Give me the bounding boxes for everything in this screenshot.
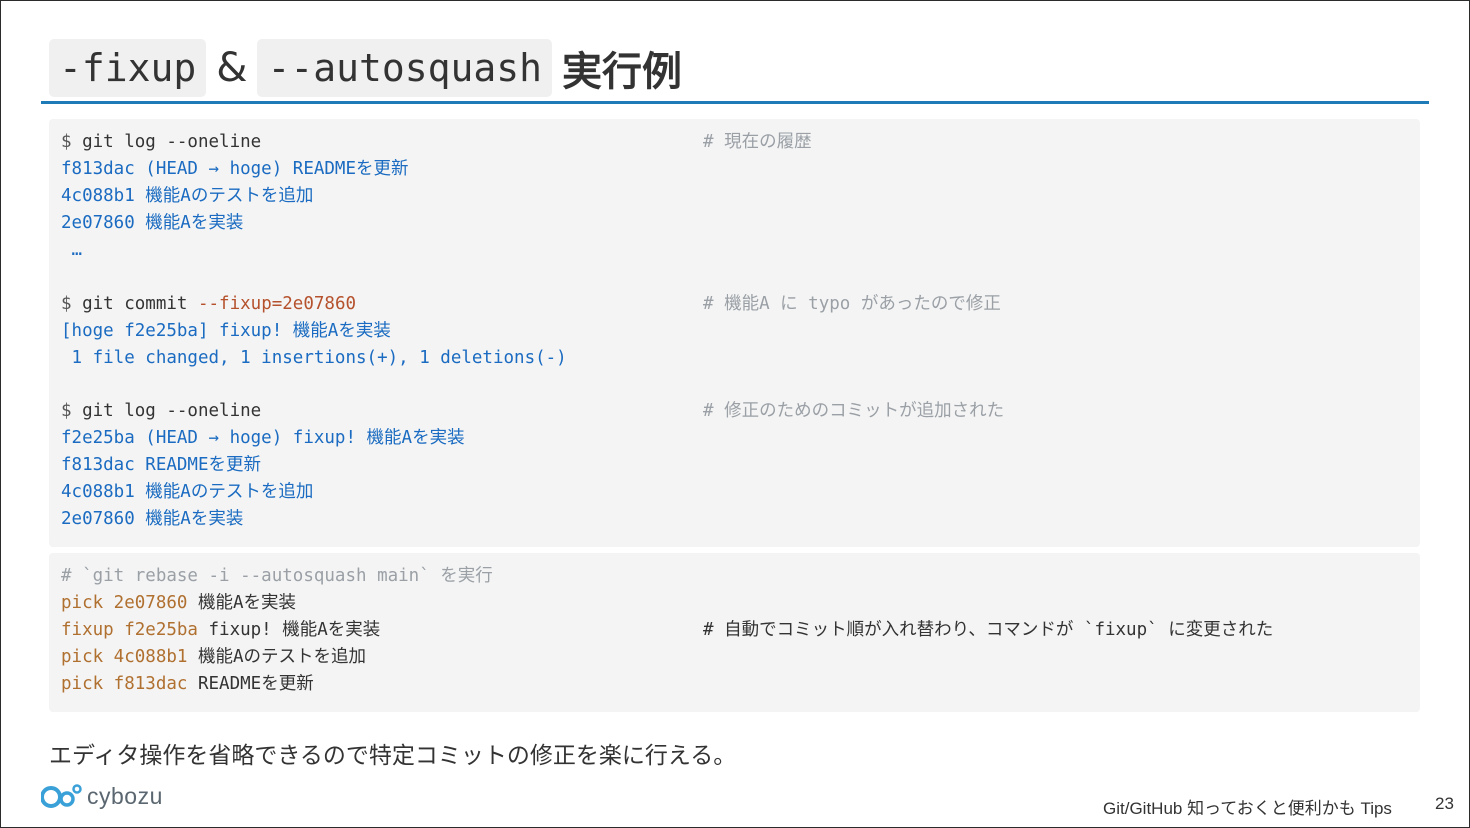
code-line: [hoge f2e25ba] fixup! 機能Aを実装 (61, 321, 391, 341)
title-ampersand: & (216, 45, 248, 91)
commit-message: fixup! 機能Aを実装 (197, 620, 381, 640)
code-block-git-log: $ git log --oneline # 現在の履歴 f813dac (HEA… (49, 119, 1420, 547)
rebase-command: fixup f2e25ba (61, 620, 198, 640)
commit-message: 機能Aのテストを追加 (187, 647, 367, 667)
commit-message: READMEを更新 (187, 674, 314, 694)
title-text: 実行例 (562, 49, 683, 95)
code-line: 4c088b1 機能Aのテストを追加 (61, 482, 314, 502)
code-line: 2e07860 機能Aを実装 (61, 509, 244, 529)
rebase-command: pick 2e07860 (61, 593, 188, 613)
code-comment: # 現在の履歴 (703, 132, 812, 152)
page-number: 23 (1435, 794, 1454, 813)
slide-caption: エディタ操作を省略できるので特定コミットの修正を楽に行える。 (49, 743, 737, 769)
shell-prompt: $ (61, 294, 83, 314)
code-line: pick 2e07860 機能Aを実装 (61, 590, 296, 617)
code-line: $ git commit --fixup=2e07860 (61, 291, 356, 318)
code-line: $ git log --oneline (61, 129, 261, 156)
rebase-command: pick f813dac (61, 674, 188, 694)
code-block-rebase-todo: # `git rebase -i --autosquash main` を実行 … (49, 553, 1420, 712)
code-line: … (61, 240, 83, 260)
code-line: f813dac READMEを更新 (61, 455, 262, 475)
code-line: 2e07860 機能Aを実装 (61, 213, 244, 233)
code-line: 1 file changed, 1 insertions(+), 1 delet… (61, 348, 567, 368)
title-code-fixup: -fixup (49, 39, 207, 97)
title-code-autosquash: --autosquash (257, 39, 553, 97)
shell-command: git commit (82, 294, 198, 314)
shell-command: git log --oneline (82, 132, 262, 152)
cybozu-logo: cybozu (41, 782, 163, 810)
code-line: pick f813dac READMEを更新 (61, 671, 314, 698)
cybozu-logo-text: cybozu (87, 782, 163, 809)
shell-flag: --fixup=2e07860 (197, 294, 357, 314)
code-comment: # 自動でコミット順が入れ替わり、コマンドが `fixup` に変更された (703, 620, 1274, 640)
code-line: $ git log --oneline (61, 398, 261, 425)
commit-message: 機能Aを実装 (187, 593, 297, 613)
shell-prompt: $ (61, 132, 83, 152)
slide-title: -fixup & --autosquash 実行例 (49, 38, 682, 98)
cybozu-logo-icon (41, 784, 82, 808)
code-comment: # 機能A に typo があったので修正 (703, 294, 1001, 314)
footer-title: Git/GitHub 知っておくと便利かも Tips (1103, 799, 1392, 818)
code-line: fixup f2e25ba fixup! 機能Aを実装 (61, 617, 380, 644)
code-line: 4c088b1 機能Aのテストを追加 (61, 186, 314, 206)
title-underline (41, 101, 1429, 104)
shell-prompt: $ (61, 401, 83, 421)
code-comment: # `git rebase -i --autosquash main` を実行 (61, 566, 493, 586)
code-line: pick 4c088b1 機能Aのテストを追加 (61, 644, 366, 671)
shell-command: git log --oneline (82, 401, 262, 421)
code-line: f2e25ba (HEAD → hoge) fixup! 機能Aを実装 (61, 428, 465, 448)
code-line: f813dac (HEAD → hoge) READMEを更新 (61, 159, 409, 179)
rebase-command: pick 4c088b1 (61, 647, 188, 667)
code-comment: # 修正のためのコミットが追加された (703, 401, 1005, 421)
